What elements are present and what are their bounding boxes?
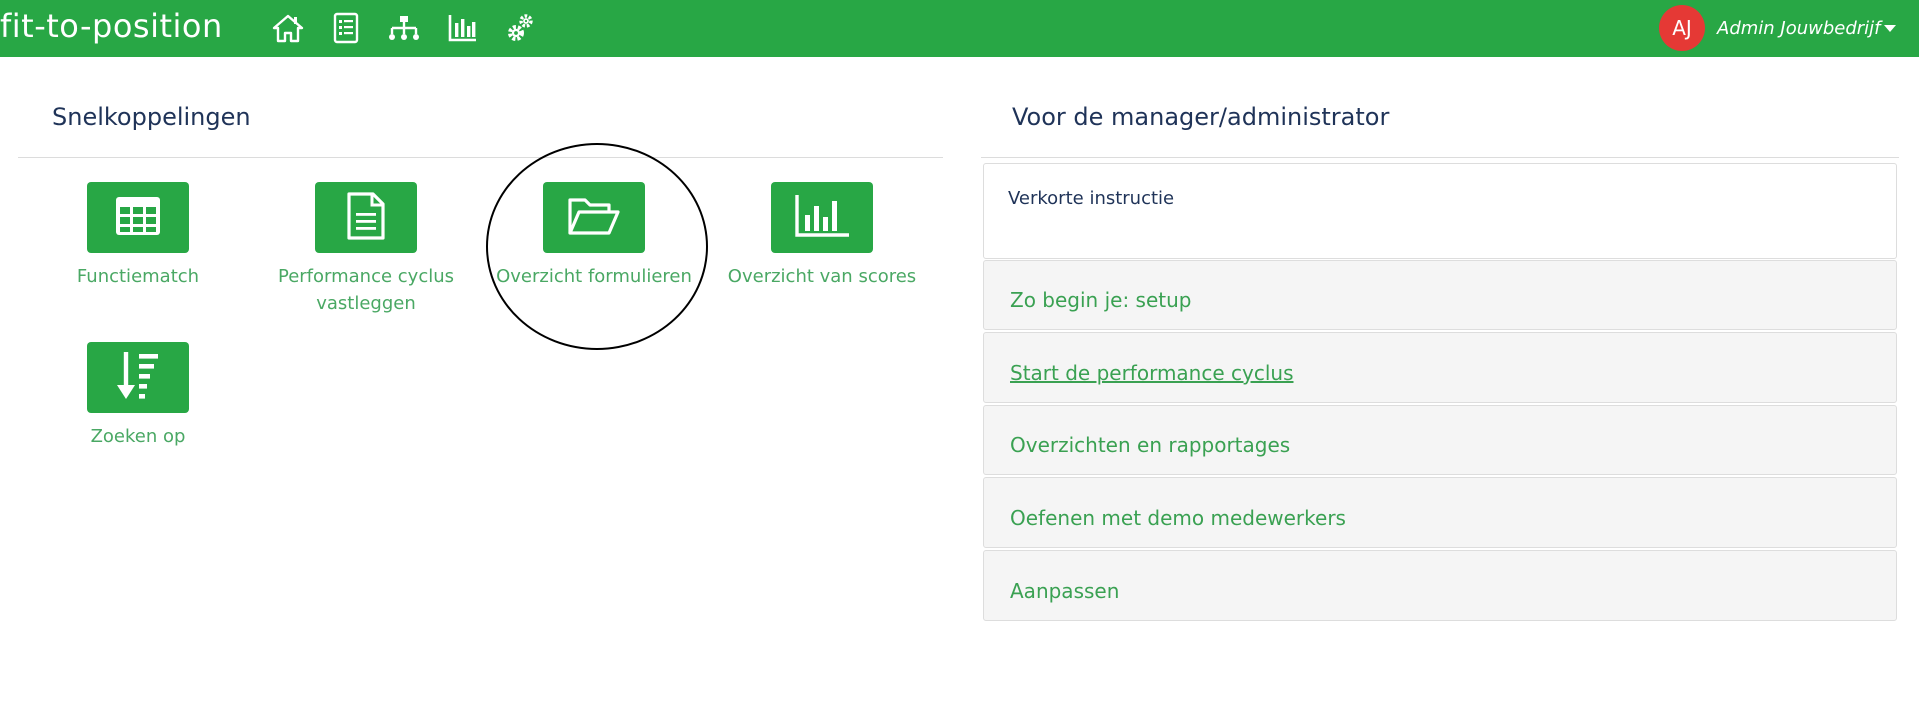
accordion-link[interactable]: Overzichten en rapportages	[1010, 433, 1290, 457]
intro-text: Verkorte instructie	[1008, 188, 1175, 209]
shortcut-overzicht-scores[interactable]: Overzicht van scores	[707, 182, 937, 290]
user-menu[interactable]: AJ Admin Jouwbedrijf	[1659, 4, 1919, 52]
avatar[interactable]: AJ	[1659, 5, 1705, 51]
shortcuts-title: Snelkoppelingen	[52, 103, 251, 131]
shortcut-label[interactable]: Functiematch	[23, 263, 253, 290]
caret-down-icon[interactable]	[1883, 24, 1896, 32]
gears-icon[interactable]	[502, 11, 538, 45]
accordion-item-start-cyclus[interactable]: Start de performance cyclus	[983, 332, 1897, 403]
shortcut-functiematch[interactable]: Functiematch	[23, 182, 253, 290]
top-navbar: fit-to-position AJ Admin Jouwbedrijf	[0, 0, 1919, 57]
manager-divider	[981, 157, 1899, 158]
app-logo[interactable]: fit-to-position	[0, 4, 223, 48]
intro-card: Verkorte instructie	[983, 163, 1897, 259]
table-icon	[114, 195, 162, 241]
shortcuts-divider	[18, 157, 943, 158]
accordion-item-setup[interactable]: Zo begin je: setup	[983, 260, 1897, 330]
shortcut-tile[interactable]	[771, 182, 873, 253]
shortcut-tile[interactable]	[87, 182, 189, 253]
accordion-item-aanpassen[interactable]: Aanpassen	[983, 550, 1897, 621]
org-chart-icon[interactable]	[386, 11, 422, 45]
shortcut-tile[interactable]	[87, 342, 189, 413]
shortcut-overzicht-formulieren[interactable]: Overzicht formulieren	[479, 182, 709, 290]
shortcut-tile[interactable]	[543, 182, 645, 253]
accordion-link[interactable]: Zo begin je: setup	[1010, 288, 1191, 312]
shortcut-label[interactable]: Overzicht van scores	[707, 263, 937, 290]
accordion-item-demo[interactable]: Oefenen met demo medewerkers	[983, 477, 1897, 548]
document-icon	[345, 191, 387, 245]
checklist-icon[interactable]	[328, 11, 364, 45]
sort-down-icon	[114, 349, 162, 407]
shortcut-label[interactable]: Overzicht formulieren	[479, 263, 709, 290]
accordion-link[interactable]: Start de performance cyclus	[1010, 361, 1294, 385]
bar-chart-icon	[793, 193, 851, 243]
shortcut-zoeken-op[interactable]: Zoeken op	[23, 342, 253, 450]
shortcut-label[interactable]: Performance cyclus vastleggen	[251, 263, 481, 317]
accordion-link[interactable]: Oefenen met demo medewerkers	[1010, 506, 1346, 530]
accordion-link[interactable]: Aanpassen	[1010, 579, 1119, 603]
bar-chart-icon[interactable]	[444, 11, 480, 45]
shortcut-tile[interactable]	[315, 182, 417, 253]
folder-open-icon	[567, 195, 621, 241]
manager-title: Voor de manager/administrator	[1012, 103, 1390, 131]
shortcut-label[interactable]: Zoeken op	[23, 423, 253, 450]
nav-icon-bar	[270, 11, 560, 45]
home-icon[interactable]	[270, 11, 306, 45]
shortcut-performance-cyclus[interactable]: Performance cyclus vastleggen	[251, 182, 481, 317]
accordion-item-rapportages[interactable]: Overzichten en rapportages	[983, 405, 1897, 475]
user-name[interactable]: Admin Jouwbedrijf	[1717, 18, 1881, 39]
